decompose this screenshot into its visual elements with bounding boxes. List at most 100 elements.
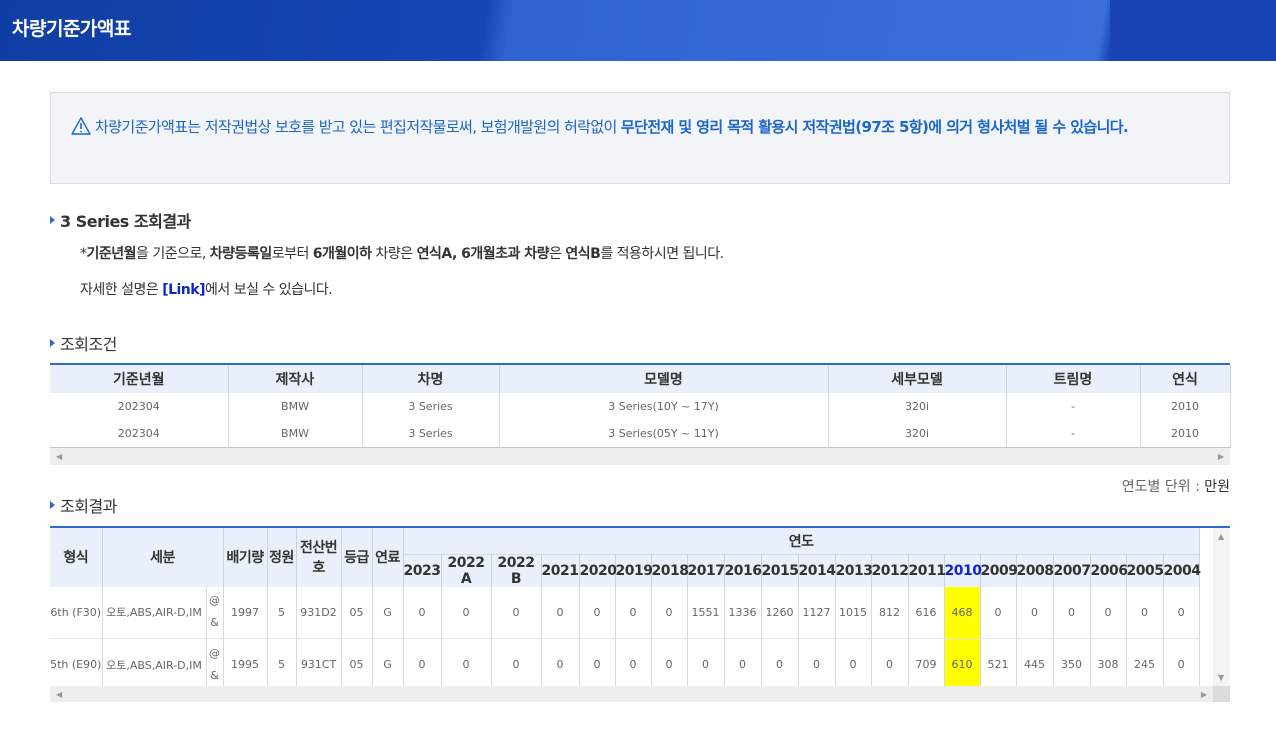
header-year: 2011 [908, 553, 946, 587]
table-cell: 3 Series [362, 393, 500, 420]
cell-year-value: 0 [1016, 586, 1054, 639]
table-cell: 202304 [50, 420, 229, 448]
bullet-icon [50, 339, 55, 347]
cell-year-value: 468 [944, 586, 981, 639]
results-title: 조회결과 [50, 493, 117, 517]
cell-capacity: 5 [267, 638, 297, 691]
cell-type: 6th (F30) [50, 586, 103, 639]
cell-type: 5th (E90) [50, 638, 103, 691]
table-row[interactable]: 202304 BMW 3 Series 3 Series(10Y ~ 17Y) 320i… [50, 393, 1231, 420]
guide-link[interactable]: [Link] [162, 282, 205, 298]
cell-grade: 05 [341, 638, 373, 691]
cell-year-value: 1336 [724, 586, 762, 639]
cell-year-value: 0 [798, 638, 836, 691]
header-year: 2007 [1053, 553, 1091, 587]
conditions-title: 조회조건 [50, 331, 117, 355]
mark-at: @ [209, 646, 220, 660]
scroll-down-icon[interactable]: ▼ [1218, 673, 1224, 682]
cell-year-value: 610 [944, 638, 981, 691]
header-grade: 등급 [341, 528, 373, 587]
results-vertical-scrollbar[interactable]: ▲ ▼ [1213, 528, 1230, 686]
cell-year-value: 0 [615, 638, 652, 691]
cell-year-value: 308 [1090, 638, 1127, 691]
cell-grade: 05 [341, 586, 373, 639]
header-year: 2013 [835, 553, 873, 587]
header-years-group: 연도 [403, 528, 1200, 554]
cell-year-value: 709 [908, 638, 945, 691]
cell-year-value: 0 [835, 638, 872, 691]
cell-displacement: 1997 [223, 586, 268, 639]
cell-year-value: 1551 [687, 586, 725, 639]
page-header: 차량기준가액표 [0, 0, 1276, 61]
table-row[interactable]: 202304 BMW 3 Series 3 Series(05Y ~ 11Y) 320i… [50, 420, 1231, 448]
cell-year-value: 1015 [835, 586, 872, 639]
conditions-title-text: 조회조건 [60, 335, 117, 354]
table-cell: 2010 [1140, 393, 1231, 420]
table-cell: 2010 [1140, 420, 1231, 448]
guide-line-1: *기준년월을 기준으로, 차량등록일로부터 6개월이하 차량은 연식A, 6개월… [80, 246, 724, 262]
conditions-horizontal-scrollbar[interactable]: ◀ ▶ [50, 447, 1230, 465]
notice-text: 차량기준가액표는 저작권법상 보호를 받고 있는 편집저작물로써, 보험개발원의… [95, 118, 621, 136]
cell-year-value: 1260 [761, 586, 799, 639]
cell-displacement: 1995 [223, 638, 268, 691]
cell-year-value: 0 [441, 586, 492, 639]
table-cell: - [1006, 420, 1141, 448]
unit-label: 연도별 단위 : 만원 [1121, 479, 1230, 495]
header-year: 2009 [980, 553, 1018, 587]
header-year: 2006 [1090, 553, 1128, 587]
header-year: 2008 [1016, 553, 1054, 587]
cell-year-value: 0 [1090, 586, 1127, 639]
header-year: 2018 [651, 553, 689, 587]
conditions-header-cell: 제작사 [228, 365, 363, 393]
cell-year-value: 0 [541, 586, 580, 639]
cell-year-value: 0 [651, 638, 688, 691]
conditions-header-cell: 세부모델 [828, 365, 1007, 393]
cell-year-value: 0 [579, 638, 616, 691]
cell-year-value: 0 [761, 638, 799, 691]
bullet-icon [50, 216, 55, 224]
cell-fuel: G [372, 586, 404, 639]
table-row[interactable]: 6th (F30) 오토,ABS,AIR-D,IM @ & 1997 5 931D2 05 G 0… [50, 586, 1200, 639]
cell-year-value: 0 [441, 638, 492, 691]
cell-year-value: 0 [403, 586, 442, 639]
result-section-title-text: 3 Series 조회결과 [60, 212, 191, 231]
header-year: 2019 [615, 553, 653, 587]
results-horizontal-scrollbar[interactable]: ◀ ▶ [50, 686, 1213, 702]
cell-year-value: 0 [1163, 586, 1200, 639]
cell-year-value: 0 [980, 586, 1017, 639]
header-year: 2014 [798, 553, 836, 587]
cell-detail: 오토,ABS,AIR-D,IM [102, 638, 207, 691]
cell-year-value: 616 [908, 586, 945, 639]
table-cell: 3 Series(10Y ~ 17Y) [499, 393, 829, 420]
cell-year-value: 0 [1126, 586, 1164, 639]
header-type: 형식 [50, 528, 103, 587]
conditions-header-cell: 차명 [362, 365, 500, 393]
header-detail: 세분 [102, 528, 224, 587]
conditions-header-cell: 기준년월 [50, 365, 229, 393]
table-row[interactable]: 5th (E90) 오토,ABS,AIR-D,IM @ & 1995 5 931CT 05 G 0… [50, 638, 1200, 691]
header-code: 전산번호 [296, 528, 342, 587]
table-cell: BMW [228, 393, 363, 420]
scroll-right-icon[interactable]: ▶ [1218, 452, 1224, 461]
cell-year-value: 0 [724, 638, 762, 691]
cell-year-value: 445 [1016, 638, 1054, 691]
header-capacity: 정원 [267, 528, 297, 587]
cell-detail: 오토,ABS,AIR-D,IM [102, 586, 207, 639]
cell-code: 931D2 [296, 586, 342, 639]
page-title: 차량기준가액표 [12, 18, 131, 40]
mark-at: @ [209, 594, 220, 608]
scroll-left-icon[interactable]: ◀ [56, 690, 62, 699]
cell-year-value: 0 [579, 586, 616, 639]
result-section-title: 3 Series 조회결과 [50, 208, 191, 232]
results-title-text: 조회결과 [60, 497, 117, 516]
header-year: 2022 A [441, 553, 492, 587]
table-cell: BMW [228, 420, 363, 448]
conditions-header-cell: 모델명 [499, 365, 829, 393]
scroll-up-icon[interactable]: ▲ [1218, 532, 1224, 541]
scroll-right-icon[interactable]: ▶ [1201, 690, 1207, 699]
mark-amp: & [210, 616, 219, 630]
header-year: 2005 [1126, 553, 1164, 587]
header-year: 2012 [871, 553, 909, 587]
scroll-left-icon[interactable]: ◀ [56, 452, 62, 461]
conditions-table: 기준년월 제작사 차명 모델명 세부모델 트림명 연식 202304 BMW 3 Series 3… [50, 363, 1231, 465]
